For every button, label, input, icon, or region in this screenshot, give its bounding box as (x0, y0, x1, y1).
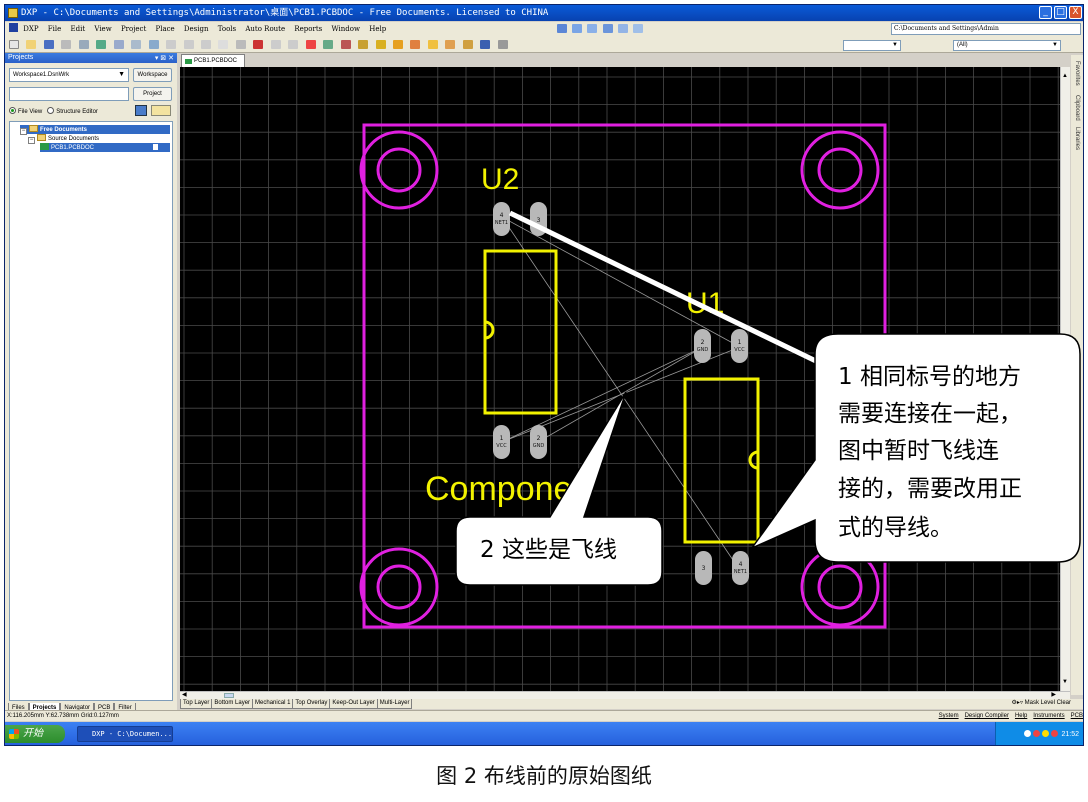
annotation-pointer-line (508, 210, 822, 366)
callout-1-line-2: 需要连接在一起， (838, 401, 1022, 427)
callout-1-line-5: 式的导线。 (838, 515, 953, 541)
callout-1-line-1: 1 相同标号的地方 (838, 364, 1021, 390)
callout-2-text: 2 这些是飞线 (480, 537, 617, 563)
annotation-overlay: 1 相同标号的地方 需要连接在一起， 图中暂时飞线连 接的，需要改用正 式的导线… (455, 210, 1081, 586)
callout-1-line-3: 图中暂时飞线连 (838, 438, 999, 464)
figure-caption: 图 2 布线前的原始图纸 (436, 764, 652, 788)
callout-1-line-4: 接的，需要改用正 (838, 476, 1022, 502)
